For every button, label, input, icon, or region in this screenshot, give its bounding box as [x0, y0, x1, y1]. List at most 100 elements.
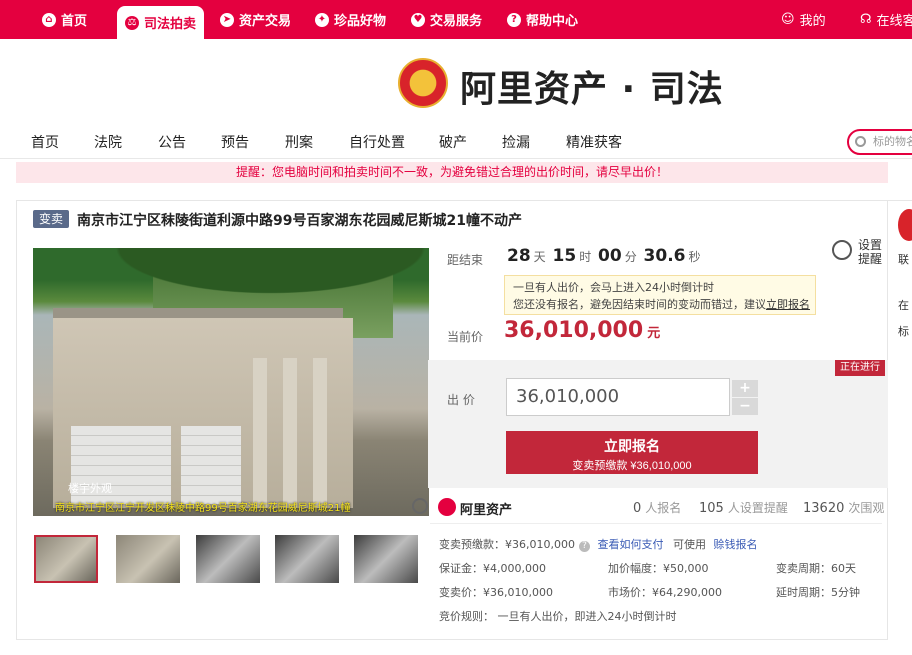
topnav-my[interactable]: ☺ 我的 — [781, 0, 826, 39]
mainnav-item-court[interactable]: 法院 — [94, 132, 122, 152]
price-unit: 元 — [647, 326, 661, 341]
countdown: 28 天 15 时 00 分 30.6 秒 — [507, 246, 704, 266]
mainnav-item-self-dispose[interactable]: 自行处置 — [349, 132, 405, 152]
mainnav-item-announce[interactable]: 公告 — [158, 132, 186, 152]
topnav-home[interactable]: ⌂ 首页 — [42, 0, 87, 39]
countdown-seconds-unit: 秒 — [688, 250, 701, 264]
countdown-days: 28 — [507, 246, 531, 266]
ali-asset-brand: 阿里资产 — [460, 503, 513, 518]
bid-minus-button[interactable]: − — [732, 398, 758, 415]
user-icon: ☺ — [781, 12, 795, 27]
countdown-hours: 15 — [552, 246, 577, 266]
topnav-treasures[interactable]: ✦ 珍品好物 — [315, 0, 386, 39]
mainnav-item-bargain[interactable]: 捡漏 — [502, 132, 530, 152]
headset-icon: ☊ — [860, 12, 872, 27]
image-column — [283, 358, 297, 508]
topnav-online-service[interactable]: ☊ 在线客 — [860, 0, 912, 39]
tip-line-2: 您还没有报名，避免因结束时间的变动而错过，建议 — [513, 298, 766, 311]
topnav-asset-label: 资产交易 — [239, 14, 292, 29]
home-icon: ⌂ — [42, 12, 56, 27]
increment-value: 加价幅度：¥50,000 — [608, 562, 709, 575]
side-text-3: 标 — [898, 325, 909, 338]
bid-plus-button[interactable]: + — [732, 380, 758, 397]
image-column — [313, 358, 327, 508]
register-now-button[interactable]: 立即报名 变卖预缴款 ¥36,010,000 — [506, 431, 758, 474]
mainnav-item-preview[interactable]: 预告 — [221, 132, 249, 152]
thumbnail[interactable] — [196, 535, 260, 583]
right-side-panel: 联 在 标 — [888, 200, 912, 640]
remind-label: 人设置提醒 — [727, 501, 788, 515]
tip-line-1: 一旦有人出价，会马上进入24小时倒计时 — [513, 281, 714, 294]
signup-label: 人报名 — [645, 501, 682, 515]
remind-count: 105 人设置提醒 — [699, 499, 788, 516]
topnav-help[interactable]: ? 帮助中心 — [507, 0, 578, 39]
brand-title: 阿里资产 · 司法 — [460, 69, 724, 110]
nav-divider — [0, 158, 912, 159]
main-property-image[interactable]: 楼宇外观 — [33, 248, 429, 516]
countdown-minutes-unit: 分 — [624, 250, 637, 264]
bid-tip-box: 一旦有人出价，会马上进入24小时倒计时 您还没有报名，避免因结束时间的变动而错过… — [504, 275, 816, 315]
heart-icon: ♥ — [411, 12, 425, 27]
view-count: 13620 次围观 — [803, 499, 884, 516]
image-column — [253, 358, 267, 508]
help-icon[interactable]: ? — [578, 541, 590, 552]
court-emblem-logo — [398, 58, 448, 108]
thumbnail[interactable] — [275, 535, 339, 583]
topnav-online-label: 在线客 — [876, 14, 912, 29]
mainnav-item-home[interactable]: 首页 — [31, 132, 59, 152]
sale-price-value: 变卖价：¥36,010,000 — [439, 586, 553, 599]
mainnav-item-bankrupt[interactable]: 破产 — [439, 132, 467, 152]
search-input[interactable]: 标的物名 — [847, 129, 912, 155]
thumbnail[interactable] — [116, 535, 180, 583]
side-text-2: 在 — [898, 299, 909, 312]
topnav-treasures-label: 珍品好物 — [334, 14, 387, 29]
image-canopy — [33, 248, 429, 318]
mainnav-item-precise[interactable]: 精准获客 — [566, 132, 622, 152]
topnav-asset-trade[interactable]: ➤ 资产交易 — [220, 0, 291, 39]
side-emblem-icon — [898, 209, 912, 241]
topnav-service-label: 交易服务 — [430, 14, 483, 29]
price-label: 当前价 — [447, 330, 484, 344]
signup-count: 0 人报名 — [633, 499, 681, 516]
image-watermark: 楼宇外观 — [68, 482, 112, 495]
countdown-seconds: 30.6 — [643, 246, 686, 266]
topnav-judicial-label: 司法拍卖 — [144, 17, 197, 32]
topnav-home-label: 首页 — [61, 14, 88, 29]
sale-type-tag: 变卖 — [33, 210, 69, 228]
ali-asset-logo-icon — [438, 498, 456, 516]
bid-label: 出 价 — [447, 393, 475, 407]
topnav-judicial[interactable]: ⚖ 司法拍卖 — [117, 6, 205, 39]
topnav-my-label: 我的 — [799, 14, 826, 29]
bid-price-input[interactable]: 36,010,000 — [506, 378, 730, 416]
arrow-icon: ➤ — [220, 12, 234, 27]
countdown-minutes: 00 — [598, 246, 622, 266]
set-remind-button[interactable]: 设置提醒 — [858, 238, 882, 266]
current-price-value: 36,010,000 — [504, 318, 644, 343]
signup-num: 0 — [633, 501, 642, 516]
how-pay-link[interactable]: 查看如何支付 — [597, 538, 663, 551]
extension-value: 延时周期：5分钟 — [776, 586, 860, 599]
topnav-trade-service[interactable]: ♥ 交易服务 — [411, 0, 482, 39]
loan-signup-link[interactable]: 赊钱报名 — [713, 538, 757, 551]
market-price-value: 市场价：¥64,290,000 — [608, 586, 722, 599]
countdown-label: 距结束 — [447, 253, 484, 267]
countdown-days-unit: 天 — [533, 250, 546, 264]
time-notice: 提醒：您电脑时间和拍卖时间不一致，为避免错过合理的出价时间，请尽早出价！ — [16, 162, 888, 183]
zoom-icon[interactable] — [412, 498, 428, 514]
thumbnail[interactable] — [354, 535, 418, 583]
question-icon: ? — [507, 12, 521, 27]
bid-rule-text: 竞价规则： 一旦有人出价，即进入24小时倒计时 — [439, 610, 677, 623]
view-label: 次围观 — [848, 501, 885, 515]
thumbnail[interactable] — [34, 535, 98, 583]
stats-divider — [430, 523, 882, 524]
image-caption: 南京市江宁区江宁开发区秣陵中路99号百家湖东花园威尼斯城21幢 — [55, 503, 351, 514]
status-badge: 正在进行 — [835, 360, 885, 376]
mainnav-item-criminal[interactable]: 刑案 — [285, 132, 313, 152]
view-num: 13620 — [803, 501, 845, 516]
current-price: 36,010,000 元 — [504, 318, 660, 343]
sale-period-value: 变卖周期：60天 — [776, 562, 856, 575]
item-title: 南京市江宁区秣陵街道利源中路99号百家湖东花园威尼斯城21幢不动产 — [77, 213, 522, 229]
alarm-clock-icon[interactable] — [832, 240, 852, 260]
tip-register-link[interactable]: 立即报名 — [766, 298, 810, 311]
hammer-icon: ✦ — [315, 12, 329, 27]
